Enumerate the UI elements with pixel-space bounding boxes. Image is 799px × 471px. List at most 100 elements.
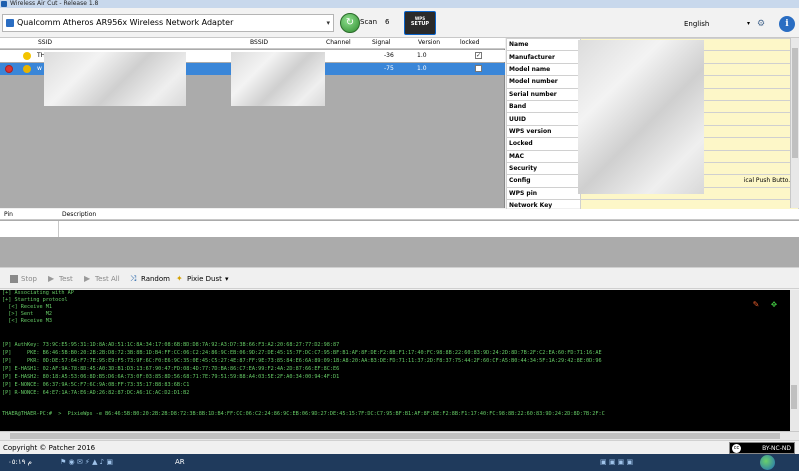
col-description[interactable]: Description xyxy=(62,211,96,218)
pixie-dust-label: Pixie Dust xyxy=(187,275,222,283)
scrollbar-thumb[interactable] xyxy=(791,385,797,409)
field-security: Security xyxy=(506,161,581,176)
details-panel: Name Manufacturer Model name Model numbe… xyxy=(506,37,799,213)
taskbar: م ٠٥:١٩ ⚑ ◉ ✉ ⚡ ▲ ♪ ▣ AR ▣ ▣ ▣ ▣ xyxy=(0,454,799,471)
network-list-header: SSID BSSID Channel Signal Version locked xyxy=(0,38,505,49)
col-pin[interactable]: Pin xyxy=(4,211,13,218)
pixie-dust-dropdown[interactable]: ▾ xyxy=(225,273,229,285)
console-line: [P] E-NONCE: 06:37:9A:5C:F7:6C:9A:0B:FF:… xyxy=(2,382,190,388)
adapter-icon xyxy=(6,19,14,27)
col-bssid[interactable]: BSSID xyxy=(250,39,268,46)
language-select[interactable]: English ▾ xyxy=(680,17,752,31)
field-mac: MAC xyxy=(506,149,581,163)
field-model-name: Model name xyxy=(506,62,581,77)
console-output[interactable]: [+] Associating with AP [+] Starting pro… xyxy=(0,290,799,431)
adapter-name: Qualcomm Atheros AR956x Wireless Network… xyxy=(17,18,234,27)
window-title: Wireless Air Cut - Release 1.8 xyxy=(10,0,99,7)
random-label: Random xyxy=(141,275,170,283)
test-all-button[interactable]: ▶ Test All xyxy=(84,273,120,285)
col-locked[interactable]: locked xyxy=(460,39,479,46)
console-line: [P] PKR: 0D:DE:57:64:F7:7E:95:E9:F5:73:9… xyxy=(2,358,602,364)
details-scrollbar[interactable] xyxy=(790,38,799,208)
info-icon[interactable]: i xyxy=(779,16,795,32)
field-band: Band xyxy=(506,99,581,114)
scan-button[interactable]: ↻ xyxy=(340,13,360,33)
scrollbar-thumb[interactable] xyxy=(10,433,780,439)
pinned-apps[interactable]: ▣ ▣ ▣ ▣ xyxy=(600,454,633,471)
start-button[interactable] xyxy=(760,455,775,470)
console-line: [P] AuthKey: 73:9C:E5:95:31:1D:8A:AD:51:… xyxy=(2,342,340,348)
console-line: [<] Receive M3 xyxy=(2,318,52,324)
app-window: Wireless Air Cut - Release 1.8 Qualcomm … xyxy=(0,0,799,471)
col-ssid[interactable]: SSID xyxy=(38,39,52,46)
taskbar-lang[interactable]: AR xyxy=(175,454,185,471)
stop-icon xyxy=(10,275,18,283)
action-bar: Stop ▶ Test ▶ Test All ⤨ Random ✦ Pixie … xyxy=(0,267,799,289)
cc-icon: cc xyxy=(732,444,741,453)
version-cell: 1.0 xyxy=(417,65,427,72)
random-button[interactable]: ⤨ Random xyxy=(130,273,170,285)
console-line: [>] Sent M2 xyxy=(2,311,52,317)
console-line: [+] Starting protocol xyxy=(2,297,68,303)
status-bar: Copyright © Patcher 2016 cc BY-NC-ND xyxy=(0,440,799,454)
col-version[interactable]: Version xyxy=(418,39,440,46)
console-tools: ✎ ✥ xyxy=(747,299,777,309)
console-line: [<] Receive M1 xyxy=(2,304,52,310)
col-signal[interactable]: Signal xyxy=(372,39,390,46)
play-all-icon: ▶ xyxy=(84,274,91,283)
tray-icons[interactable]: ⚑ ◉ ✉ ⚡ ▲ ♪ ▣ xyxy=(60,454,113,471)
user-icon xyxy=(23,52,31,60)
chevron-down-icon: ▾ xyxy=(225,275,229,283)
console-scrollbar[interactable] xyxy=(790,290,799,431)
field-locked: Locked xyxy=(506,137,581,151)
clear-icon[interactable]: ✎ xyxy=(753,299,759,309)
copyright-text: Copyright © Patcher 2016 xyxy=(3,444,96,452)
redacted-details-image xyxy=(578,40,704,194)
pixie-dust-button[interactable]: ✦ Pixie Dust xyxy=(176,273,222,285)
field-model-number: Model number xyxy=(506,75,581,89)
test-all-label: Test All xyxy=(95,275,120,283)
ssid-cell: w xyxy=(37,65,42,72)
toolbar: Qualcomm Atheros AR956x Wireless Network… xyxy=(0,8,799,38)
pin-list-header: Pin Description xyxy=(0,209,799,220)
expand-icon[interactable]: ✥ xyxy=(771,299,777,309)
col-channel[interactable]: Channel xyxy=(326,39,351,46)
chevron-down-icon: ▾ xyxy=(746,20,750,27)
language-value: English xyxy=(684,20,710,28)
scan-label: Scan xyxy=(360,18,378,26)
console-line: [P] E-HASH1: 02:AF:9A:78:8D:45:A0:3D:B1:… xyxy=(2,366,340,372)
app-icon xyxy=(1,1,7,7)
console-line: [P] E-HASH2: 80:18:A5:53:06:8D:B5:D6:6A:… xyxy=(2,374,340,380)
refresh-icon: ↻ xyxy=(345,17,355,28)
license-badge[interactable]: cc BY-NC-ND xyxy=(729,442,795,454)
console-hscrollbar[interactable] xyxy=(0,431,799,440)
console-prompt: THAER@THAER-PC:# > PixieWps -e B6:46:5B:… xyxy=(2,411,605,417)
field-wps-version: WPS version xyxy=(506,124,581,139)
adapter-select[interactable]: Qualcomm Atheros AR956x Wireless Network… xyxy=(2,14,334,32)
network-list: SSID BSSID Channel Signal Version locked… xyxy=(0,38,505,208)
license-text: BY-NC-ND xyxy=(762,445,791,452)
field-uuid: UUID xyxy=(506,112,581,126)
tools-icon[interactable]: ⚙ xyxy=(757,17,773,31)
field-manufacturer: Manufacturer xyxy=(506,50,581,64)
scrollbar-thumb[interactable] xyxy=(792,48,798,158)
details-header: Name xyxy=(506,37,581,52)
sparkle-icon: ✦ xyxy=(176,274,183,283)
stop-button[interactable]: Stop xyxy=(10,273,37,285)
version-cell: 1.0 xyxy=(417,52,427,59)
play-icon: ▶ xyxy=(48,274,55,283)
redacted-bssid-image xyxy=(231,52,325,106)
test-button[interactable]: ▶ Test xyxy=(48,273,73,285)
pin-list: Pin Description xyxy=(0,209,799,267)
locked-checkbox[interactable]: ✓ xyxy=(475,52,482,59)
signal-cell: -75 xyxy=(384,65,394,72)
stop-label: Stop xyxy=(21,275,37,283)
locked-checkbox[interactable] xyxy=(475,65,482,72)
chevron-down-icon: ▾ xyxy=(326,19,330,27)
scan-count: 6 xyxy=(385,18,390,26)
signal-cell: -36 xyxy=(384,52,394,59)
console-line: [+] Associating with AP xyxy=(2,290,74,296)
taskbar-clock: م ٠٥:١٩ xyxy=(8,458,32,466)
pin-list-empty-row xyxy=(0,221,799,237)
wps-setup-button[interactable]: WPS SETUP xyxy=(404,11,436,35)
